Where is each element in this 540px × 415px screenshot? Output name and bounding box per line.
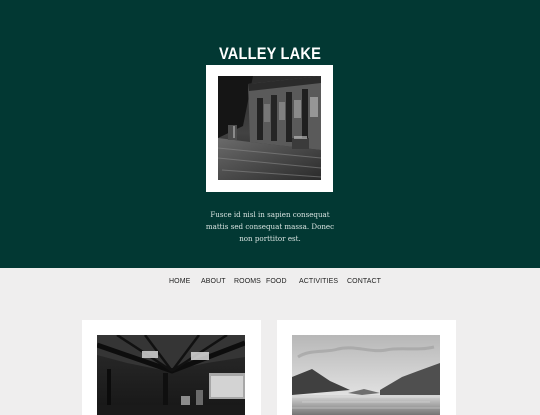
- feature-card[interactable]: [82, 320, 261, 415]
- site-tagline: Fusce id nisl in sapien consequat mattis…: [205, 210, 335, 244]
- hero-image-frame: [206, 65, 333, 192]
- feature-card[interactable]: [277, 320, 456, 415]
- nav-home-link[interactable]: HOME: [169, 278, 190, 285]
- lodge-porch-photo: [218, 76, 321, 180]
- mountain-lake-photo: [292, 335, 440, 415]
- site-title[interactable]: VALLEY LAKE: [38, 44, 502, 64]
- nav-rooms-link[interactable]: ROOMS: [234, 278, 261, 285]
- nav-food-link[interactable]: FOOD: [266, 278, 287, 285]
- nav-activities-link[interactable]: ACTIVITIES: [299, 278, 338, 285]
- nav-contact-link[interactable]: CONTACT: [347, 278, 381, 285]
- wooden-ceiling-interior-photo: [97, 335, 245, 415]
- main-navigation: HOME ABOUT ROOMS FOOD ACTIVITIES CONTACT: [0, 268, 540, 298]
- nav-about-link[interactable]: ABOUT: [201, 278, 226, 285]
- hero-section: VALLEY LAKE Fusce id nisl in sapien cons…: [0, 0, 540, 268]
